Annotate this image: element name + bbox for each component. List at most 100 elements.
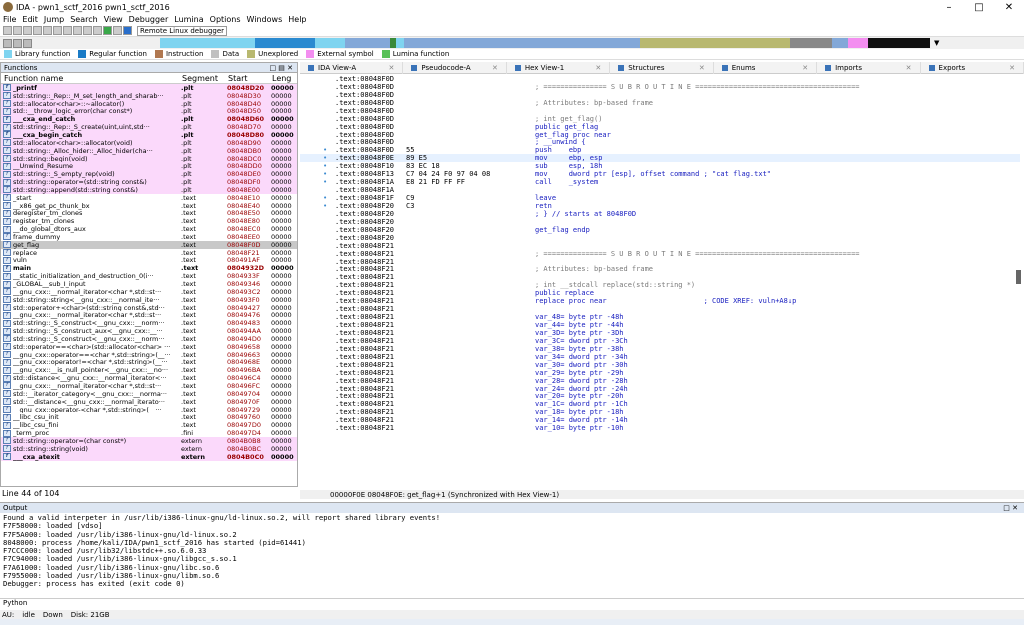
menu-item-file[interactable]: File [3, 15, 16, 24]
asm-line[interactable]: .text:08048F21 [300, 258, 1020, 266]
nav-back-icon[interactable] [3, 38, 12, 48]
function-row[interactable]: f ___cxa_begin_catch .plt 08048D80 00000 [1, 131, 297, 139]
asm-line[interactable]: .text:08048F21 var_20= byte ptr -20h [300, 392, 1020, 400]
menu-item-windows[interactable]: Windows [247, 15, 283, 24]
function-row[interactable]: f std::allocator<char>::~allocator() .plt 0… [1, 99, 297, 108]
function-row[interactable]: f std::__distance<__gnu_cxx::__normal_ite… [1, 398, 297, 406]
asm-line[interactable]: • .text:08048F1F C9 leave [300, 194, 1020, 202]
function-row[interactable]: f std::string::_Alloc_hider::_Alloc_hider… [1, 146, 297, 155]
pause-icon[interactable] [113, 26, 122, 35]
stop-icon[interactable] [123, 26, 132, 35]
function-row[interactable]: f main .text 0804932D 00000 [1, 264, 297, 272]
asm-line[interactable]: .text:08048F21 ; =============== S U B R … [300, 250, 1020, 258]
function-row[interactable]: f __libc_csu_init .text 08049760 00000 [1, 413, 297, 421]
save-icon[interactable] [13, 26, 22, 35]
function-row[interactable]: f std::string::_S_construct_aux<__gnu_cxx… [1, 327, 297, 335]
minimize-button[interactable]: – [934, 2, 964, 13]
tab-exports[interactable]: Exports ✕ [921, 61, 1024, 74]
function-row[interactable]: f std::string::operator=(std::string cons… [1, 178, 297, 186]
function-row[interactable]: f __gnu_cxx::operator!=<char *,std::strin… [1, 359, 297, 366]
asm-line[interactable]: .text:08048F21 ; Attributes: bp-based fra… [300, 265, 1020, 273]
function-row[interactable]: f ___cxa_end_catch .plt 08048D60 00000 [1, 115, 297, 124]
function-row[interactable]: f std::__iterator_category<__gnu_cxx::__n… [1, 390, 297, 398]
nav-forward-icon[interactable] [13, 38, 22, 48]
tab-enums[interactable]: Enums ✕ [714, 61, 818, 74]
panel-controls-icon[interactable]: □ ▤ ✕ [269, 64, 293, 72]
asm-line[interactable]: .text:08048F1A [300, 186, 1020, 194]
asm-line[interactable]: .text:08048F21 var_14= dword ptr -14h [300, 416, 1020, 424]
asm-line[interactable]: .text:08048F20 [300, 218, 1020, 226]
asm-line[interactable]: .text:08048F0D ; int get_flag() [300, 115, 1020, 123]
asm-line[interactable]: .text:08048F0D public get_flag [300, 123, 1020, 131]
function-row[interactable]: f __libc_csu_fini .text 080497D0 00000 [1, 421, 297, 429]
asm-line[interactable]: .text:08048F21 [300, 242, 1020, 250]
function-row[interactable]: f __gnu_cxx::__is_null_pointer<__gnu_cxx:… [1, 366, 297, 374]
asm-line[interactable]: • .text:08048F1A E8 21 FD FF FF call _syste… [300, 178, 1020, 186]
function-row[interactable]: f std::string::string(void) extern 0804B0BC… [1, 444, 297, 453]
breakpoint-dot-icon[interactable]: • [323, 194, 327, 202]
function-row[interactable]: f std::string::string<__gnu_cxx::__normal… [1, 296, 297, 304]
asm-line[interactable]: .text:08048F21 var_3C= dword ptr -3Ch [300, 337, 1020, 345]
function-row[interactable]: f __gnu_cxx::__normal_iterator<char *,std… [1, 311, 297, 319]
asm-line[interactable]: .text:08048F21 var_34= dword ptr -34h [300, 353, 1020, 361]
data-icon[interactable] [73, 26, 82, 35]
asm-line[interactable]: .text:08048F21 var_44= byte ptr -44h [300, 321, 1020, 329]
asm-line[interactable]: • .text:08048F10 83 EC 18 sub esp, 18h [300, 162, 1020, 170]
play-icon[interactable] [103, 26, 112, 35]
function-row[interactable]: f __gnu_cxx::operator==<char *,std::strin… [1, 351, 297, 359]
open-icon[interactable] [3, 26, 12, 35]
menu-item-options[interactable]: Options [210, 15, 241, 24]
asm-line[interactable]: .text:08048F0D get_flag proc near [300, 131, 1020, 139]
graph-icon[interactable] [93, 26, 102, 35]
function-row[interactable]: f _term_proc .fini 080497D4 00000 [1, 429, 297, 437]
close-button[interactable]: ✕ [994, 2, 1024, 13]
asm-line[interactable]: .text:08048F21 var_30= dword ptr -30h [300, 361, 1020, 369]
function-row[interactable]: f __do_global_dtors_aux .text 08048EC0 00000 [1, 225, 297, 233]
col-function-name[interactable]: Function name [1, 74, 179, 83]
function-row[interactable]: f std::distance<__gnu_cxx::__normal_itera… [1, 374, 297, 382]
maximize-button[interactable]: □ [964, 2, 994, 13]
back-icon[interactable] [23, 26, 32, 35]
disassembly-listing[interactable]: .text:08048F0D .text:08048F0D; ==========… [300, 75, 1020, 490]
function-row[interactable]: f std::__throw_logic_error(char const*) .p… [1, 107, 297, 116]
function-row[interactable]: f __static_initialization_and_destruction… [1, 272, 297, 280]
menu-item-search[interactable]: Search [70, 15, 97, 24]
function-row[interactable]: f std::string::_S_empty_rep(void) .plt 0804… [1, 170, 297, 179]
breakpoint-dot-icon[interactable]: • [323, 162, 327, 170]
menu-item-help[interactable]: Help [288, 15, 306, 24]
menu-item-jump[interactable]: Jump [44, 15, 64, 24]
nav-zoom-icon[interactable] [23, 38, 32, 48]
asm-line[interactable]: • .text:08048F0E 89 E5 mov ebp, esp [300, 154, 1020, 162]
code-icon[interactable] [63, 26, 72, 35]
asm-line[interactable]: .text:08048F21 [300, 305, 1020, 313]
asm-line[interactable]: .text:08048F21 var_28= dword ptr -28h [300, 377, 1020, 385]
asm-line[interactable]: • .text:08048F20 C3 retn [300, 202, 1020, 210]
menu-item-debugger[interactable]: Debugger [129, 15, 169, 24]
nav-dropdown[interactable]: ▼ [934, 39, 939, 47]
asm-line[interactable]: .text:08048F21 var_10= byte ptr -10h [300, 424, 1020, 432]
asm-line[interactable]: .text:08048F21 var_1C= dword ptr -1Ch [300, 400, 1020, 408]
function-row[interactable]: f _start .text 08048E10 00000 [1, 194, 297, 202]
hex-icon[interactable] [53, 26, 62, 35]
asm-line[interactable]: .text:08048F21 ; int __stdcall replace(st… [300, 281, 1020, 289]
tab-ida-view-a[interactable]: IDA View-A ✕ [300, 61, 404, 74]
function-row[interactable]: f std::operator+<char>(std::string const&… [1, 304, 297, 311]
tab-hex-view-1[interactable]: Hex View-1 ✕ [507, 61, 611, 74]
function-row[interactable]: f std::string::_S_construct<__gnu_cxx::__… [1, 335, 297, 343]
tab-close-icon[interactable]: ✕ [802, 64, 808, 72]
tab-structures[interactable]: Structures ✕ [610, 61, 714, 74]
function-row[interactable]: f std::string::append(std::string const&)… [1, 185, 297, 194]
asm-line[interactable]: .text:08048F21 replace proc near ; CODE X… [300, 297, 1020, 305]
function-row[interactable]: f __Unwind_Resume .plt 08048DD0 00000 [1, 162, 297, 171]
tab-close-icon[interactable]: ✕ [1009, 64, 1015, 72]
function-row[interactable]: f _GLOBAL__sub_I_input .text 08049346 00000 [1, 280, 297, 288]
function-row[interactable]: f std::operator==<char>(std::allocator<ch… [1, 343, 297, 351]
python-input[interactable]: Python [0, 598, 1024, 608]
asm-line[interactable]: .text:08048F21 var_29= byte ptr -29h [300, 369, 1020, 377]
tab-pseudocode-a[interactable]: Pseudocode-A ✕ [403, 61, 507, 74]
asm-line[interactable]: .text:08048F21 var_18= byte ptr -18h [300, 408, 1020, 416]
tab-close-icon[interactable]: ✕ [699, 64, 705, 72]
menu-item-lumina[interactable]: Lumina [174, 15, 203, 24]
function-row[interactable]: f std::string::operator=(char const*) exte… [1, 436, 297, 445]
asm-line[interactable]: .text:08048F21 var_24= dword ptr -24h [300, 385, 1020, 393]
